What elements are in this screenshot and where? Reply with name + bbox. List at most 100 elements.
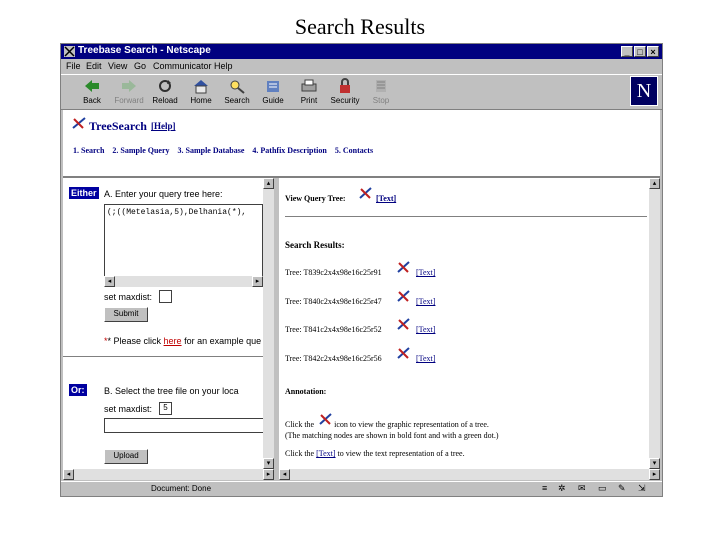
- tree-graphic-icon[interactable]: [397, 318, 411, 330]
- help-link[interactable]: [Help]: [151, 121, 176, 131]
- left-vscroll[interactable]: ▴ ▾: [263, 178, 274, 469]
- maxdist-b-input[interactable]: 5: [159, 402, 172, 415]
- guide-label: Guide: [262, 96, 284, 105]
- step-a-label: A. Enter your query tree here:: [104, 189, 223, 199]
- scroll-up-icon[interactable]: ▴: [263, 178, 274, 189]
- scroll-right-icon[interactable]: ▸: [649, 469, 660, 480]
- status-text: Document: Done: [151, 484, 212, 493]
- stop-icon: [376, 80, 386, 92]
- nav-contacts[interactable]: 5. Contacts: [335, 146, 373, 155]
- search-label: Search: [224, 96, 250, 105]
- submit-button[interactable]: Submit: [104, 307, 148, 322]
- component-bar-navigator-icon[interactable]: ✲: [558, 483, 566, 494]
- stop-label: Stop: [372, 96, 390, 105]
- nav-search[interactable]: 1. Search: [73, 146, 104, 155]
- scroll-left-icon[interactable]: ◂: [63, 469, 74, 480]
- scroll-right-icon[interactable]: ▸: [263, 469, 274, 480]
- forward-button[interactable]: Forward: [111, 77, 147, 107]
- upload-button[interactable]: Upload: [104, 449, 148, 464]
- netscape-logo[interactable]: N: [630, 76, 658, 106]
- nav-sample-database[interactable]: 3. Sample Database: [178, 146, 245, 155]
- close-button[interactable]: ×: [647, 46, 659, 57]
- guide-icon: [267, 81, 279, 92]
- left-hscroll[interactable]: ◂ ▸: [63, 469, 274, 480]
- back-button[interactable]: Back: [74, 77, 110, 107]
- result-text-link-1[interactable]: [Text]: [416, 268, 435, 277]
- menu-communicator[interactable]: Communicator: [153, 61, 212, 71]
- tree-graphic-icon[interactable]: [397, 290, 411, 302]
- result-text-link-3[interactable]: [Text]: [416, 325, 435, 334]
- annotation-line-3: Click the [Text] to view the text repres…: [285, 449, 465, 458]
- menu-edit[interactable]: Edit: [86, 61, 102, 71]
- nav-sample-query[interactable]: 2. Sample Query: [112, 146, 169, 155]
- security-button[interactable]: Security: [327, 77, 363, 107]
- query-tree-text-link[interactable]: [Text]: [376, 194, 396, 203]
- guide-button[interactable]: Guide: [255, 77, 291, 107]
- annotation-heading: Annotation:: [285, 387, 327, 396]
- results-divider: [285, 216, 647, 217]
- window-title: Treebase Search - Netscape: [78, 45, 211, 56]
- left-divider: [63, 356, 274, 360]
- menu-help[interactable]: Help: [214, 61, 233, 71]
- print-label: Print: [300, 96, 318, 105]
- treesearch-title: TreeSearch: [89, 119, 147, 133]
- maxdist-b-value: 5: [163, 403, 168, 412]
- annotation-line-2: (The matching nodes are shown in bold fo…: [285, 431, 499, 440]
- nav-pathfix-description[interactable]: 4. Pathfix Description: [252, 146, 326, 155]
- query-textarea-hscroll[interactable]: ◂ ▸: [104, 276, 263, 287]
- status-security-icon: ≡: [542, 483, 548, 493]
- menu-file[interactable]: File: [66, 61, 81, 71]
- anno-line1-suffix: icon to view the graphic representation …: [334, 420, 489, 429]
- forward-arrow-icon: [122, 80, 136, 92]
- component-bar-composer-icon[interactable]: ✎: [618, 483, 626, 494]
- query-tree-textarea[interactable]: (;((Metelasia,5),Delhania(*),: [104, 204, 263, 278]
- print-button[interactable]: Print: [291, 77, 327, 107]
- result-tree-3: Tree: T841c2x4x98e16c25r52: [285, 325, 382, 334]
- home-button[interactable]: Home: [183, 77, 219, 107]
- example-prefix: * Please click: [107, 336, 164, 346]
- minimize-button[interactable]: _: [621, 46, 633, 57]
- example-here-link[interactable]: here: [164, 336, 182, 346]
- scroll-left-icon[interactable]: ◂: [104, 276, 115, 287]
- anno-text-link[interactable]: [Text]: [316, 449, 335, 458]
- maxdist-input[interactable]: [159, 290, 172, 303]
- scroll-down-icon[interactable]: ▾: [263, 458, 274, 469]
- maxdist-label: set maxdist:: [104, 292, 153, 302]
- security-label: Security: [330, 96, 360, 105]
- reload-button[interactable]: Reload: [147, 77, 183, 107]
- tree-file-input[interactable]: [104, 418, 265, 433]
- component-bar-dock-icon[interactable]: ⇲: [638, 483, 646, 494]
- stop-button[interactable]: Stop: [363, 77, 399, 107]
- menu-view[interactable]: View: [108, 61, 127, 71]
- component-bar-mail-icon[interactable]: ✉: [578, 483, 586, 494]
- browser-window: Treebase Search - Netscape _ □ × File Ed…: [60, 43, 663, 497]
- or-label: Or:: [69, 384, 87, 396]
- title-bar[interactable]: Treebase Search - Netscape _ □ ×: [61, 44, 662, 59]
- search-results-heading: Search Results:: [285, 240, 345, 250]
- print-icon: [301, 79, 317, 92]
- result-text-link-4[interactable]: [Text]: [416, 354, 435, 363]
- security-lock-icon: [340, 78, 350, 93]
- status-bar: Document: Done ≡ ✲ ✉ ▭ ✎ ⇲: [61, 481, 662, 496]
- result-tree-4: Tree: T842c2x4x98e16c25r56: [285, 354, 382, 363]
- result-text-link-2[interactable]: [Text]: [416, 297, 435, 306]
- tree-graphic-icon[interactable]: [359, 187, 373, 199]
- right-vscroll[interactable]: ▴ ▾: [649, 178, 660, 469]
- scroll-right-icon[interactable]: ▸: [252, 276, 263, 287]
- maximize-button[interactable]: □: [634, 46, 646, 57]
- either-label: Either: [69, 187, 99, 199]
- forward-label: Forward: [114, 96, 144, 105]
- query-tree-text: (;((Metelasia,5),Delhania(*),: [107, 208, 247, 217]
- component-bar-discussion-icon[interactable]: ▭: [598, 483, 607, 494]
- menu-go[interactable]: Go: [134, 61, 146, 71]
- example-suffix: for an example que: [181, 336, 262, 346]
- tree-search-icon: [72, 117, 86, 129]
- search-button[interactable]: Search: [219, 77, 255, 107]
- tree-graphic-icon[interactable]: [397, 261, 411, 273]
- tree-graphic-icon[interactable]: [397, 347, 411, 359]
- netscape-app-icon: [64, 46, 75, 57]
- scroll-up-icon[interactable]: ▴: [649, 178, 660, 189]
- scroll-left-icon[interactable]: ◂: [279, 469, 290, 480]
- right-hscroll[interactable]: ◂ ▸: [279, 469, 660, 480]
- scroll-down-icon[interactable]: ▾: [649, 458, 660, 469]
